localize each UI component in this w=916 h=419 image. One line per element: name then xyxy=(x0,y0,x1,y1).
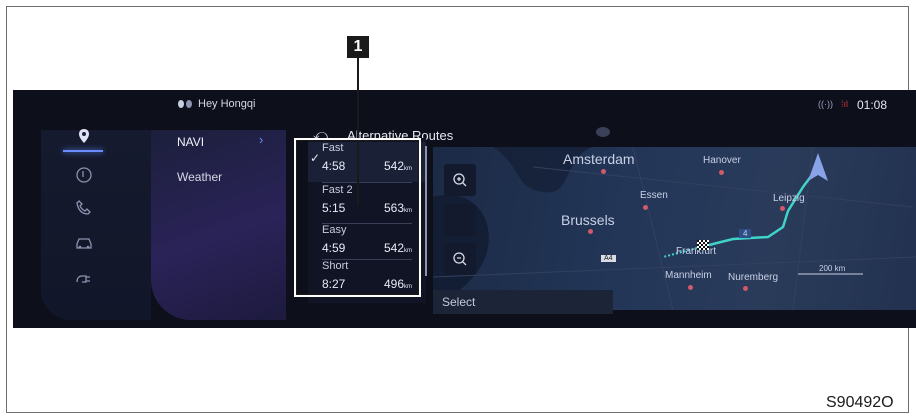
road-badge: 4 xyxy=(739,229,752,238)
city-marker xyxy=(780,206,785,211)
navigation-icon[interactable] xyxy=(73,126,95,148)
signal-icon: ⁞ıl xyxy=(841,99,849,109)
assistant-icon xyxy=(178,100,192,108)
city-label-nuremberg: Nuremberg xyxy=(728,272,779,283)
menu-panel xyxy=(151,130,286,320)
map-control-button[interactable] xyxy=(444,204,476,236)
menu-item-label: Weather xyxy=(177,170,223,184)
zoom-in-button[interactable] xyxy=(444,164,476,196)
callout-highlight-border xyxy=(296,140,419,295)
city-marker xyxy=(743,286,748,291)
zoom-out-icon xyxy=(453,252,467,266)
nav-active-indicator xyxy=(63,150,103,152)
wireless-icon: ((·)) xyxy=(818,99,833,109)
zoom-out-button[interactable] xyxy=(444,243,476,275)
city-label-amsterdam: Amsterdam xyxy=(563,151,635,167)
assistant-label: Hey Hongqi xyxy=(198,98,256,110)
infotainment-screen: Hey Hongqi ((·)) ⁞ıl 01:08 NAVI › Weathe… xyxy=(13,90,916,328)
scale-label: 200 km xyxy=(819,264,846,273)
menu-item-weather[interactable]: Weather xyxy=(177,168,277,188)
city-label-essen: Essen xyxy=(640,190,668,201)
callout-number: 1 xyxy=(347,36,369,58)
city-label-mannheim: Mannheim xyxy=(665,270,712,281)
menu-item-label: NAVI xyxy=(177,135,205,149)
menu-item-navi[interactable]: NAVI › xyxy=(177,132,277,153)
city-label-hanover: Hanover xyxy=(703,155,741,166)
city-marker xyxy=(688,285,693,290)
music-icon[interactable] xyxy=(73,164,95,186)
status-icons: ((·)) ⁞ıl xyxy=(818,99,848,109)
charging-icon[interactable] xyxy=(73,267,95,289)
select-button[interactable]: Select xyxy=(433,290,613,314)
city-label-frankfurt: Frankfurt xyxy=(676,246,717,257)
routes-scrollbar[interactable] xyxy=(425,146,427,276)
figure-code: S90492O xyxy=(826,394,894,411)
message-icon xyxy=(596,127,610,137)
chevron-right-icon: › xyxy=(259,132,264,147)
city-marker xyxy=(601,169,606,174)
destination-flag-icon xyxy=(697,240,709,250)
clock: 01:08 xyxy=(857,98,888,112)
road-badge: A4 xyxy=(601,255,616,262)
city-marker xyxy=(719,170,724,175)
zoom-in-icon xyxy=(453,173,467,187)
sidebar xyxy=(41,130,151,320)
city-label-leipzig: Leipzig xyxy=(773,193,805,204)
city-marker xyxy=(588,229,593,234)
phone-icon[interactable] xyxy=(73,197,95,219)
select-label: Select xyxy=(442,295,476,309)
car-icon[interactable] xyxy=(73,232,95,254)
city-label-brussels: Brussels xyxy=(561,212,615,228)
city-marker xyxy=(643,205,648,210)
map-view[interactable]: Amsterdam Hanover Essen Leipzig Brussels… xyxy=(433,147,916,310)
voice-assistant[interactable]: Hey Hongqi xyxy=(178,98,255,110)
